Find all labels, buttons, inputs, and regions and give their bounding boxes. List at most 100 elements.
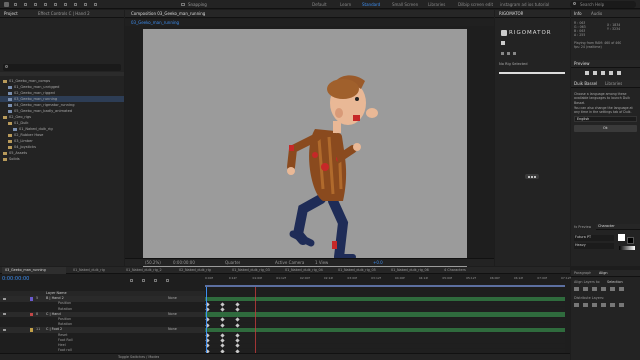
views-select[interactable]: 1 View bbox=[315, 260, 328, 265]
distribute-vcenter-icon[interactable] bbox=[583, 303, 588, 307]
font-style-select[interactable]: Heavy bbox=[574, 243, 614, 249]
color-ramp[interactable] bbox=[619, 246, 635, 250]
tab-effect-controls[interactable]: Effect Controls C | Hand 2 bbox=[38, 11, 90, 16]
rig-icon-3[interactable] bbox=[513, 52, 516, 55]
language-select[interactable]: English bbox=[574, 116, 637, 122]
tab-audio[interactable]: Audio bbox=[591, 11, 602, 16]
timeline-tab[interactable]: 01_Naked_duik_rig_06 bbox=[388, 267, 429, 274]
time-ruler[interactable]: 0:00f 0:12f 01:00f 01:12f 02:00f 02:12f 03:00f… bbox=[205, 276, 571, 284]
layer-duration-bar[interactable] bbox=[205, 296, 565, 302]
ok-button[interactable]: Ok bbox=[574, 125, 637, 132]
distribute-bottom-icon[interactable] bbox=[592, 303, 597, 307]
visibility-icon[interactable] bbox=[3, 334, 6, 336]
draft-3d-icon[interactable] bbox=[166, 279, 169, 282]
visibility-icon[interactable] bbox=[3, 308, 6, 310]
tab-project[interactable]: Project bbox=[4, 11, 18, 16]
exposure-offset[interactable]: +0.0 bbox=[373, 260, 383, 265]
property-track[interactable] bbox=[205, 317, 565, 323]
workspace-learn[interactable]: Learn bbox=[340, 2, 351, 7]
visibility-icon[interactable] bbox=[3, 328, 6, 331]
puppet-tool-icon[interactable] bbox=[94, 3, 97, 6]
comp-timecode[interactable]: 0:00:00:00 bbox=[173, 260, 195, 265]
workspace-small-screen[interactable]: Small Screen bbox=[392, 2, 418, 7]
timeline-tab[interactable]: 01_Naked_duik_rig_05 bbox=[335, 267, 376, 274]
distribute-hcenter-icon[interactable] bbox=[610, 303, 615, 307]
align-hcenter-icon[interactable] bbox=[583, 287, 588, 291]
fx-preview-label[interactable]: fx Preview bbox=[574, 225, 591, 230]
frame-blend-icon[interactable] bbox=[154, 279, 157, 282]
visibility-icon[interactable] bbox=[3, 297, 6, 300]
property-track[interactable] bbox=[205, 343, 565, 349]
property-track[interactable] bbox=[205, 292, 565, 297]
tab-align[interactable]: Align bbox=[599, 271, 608, 276]
snapping-checkbox[interactable] bbox=[181, 3, 185, 6]
workspace-standard[interactable]: Standard bbox=[362, 2, 380, 7]
tab-duik-bassel[interactable]: Duik Bassel bbox=[574, 81, 597, 86]
tab-composition[interactable]: Composition 03_Geeko_man_running bbox=[131, 11, 205, 16]
project-folder-row[interactable]: Solids bbox=[0, 156, 124, 162]
tab-libraries[interactable]: Libraries bbox=[605, 81, 622, 86]
timeline-tab[interactable]: 01_Naked_duik_rig_04 bbox=[282, 267, 323, 274]
tab-paragraph[interactable]: Paragraph bbox=[574, 271, 591, 276]
property-track[interactable] bbox=[205, 333, 565, 338]
project-search-input[interactable] bbox=[3, 64, 121, 71]
pen-tool-icon[interactable] bbox=[64, 3, 67, 6]
camera-tool-icon[interactable] bbox=[54, 3, 57, 6]
property-track[interactable] bbox=[205, 307, 565, 312]
zoom-tool-icon[interactable] bbox=[34, 3, 37, 6]
visibility-icon[interactable] bbox=[3, 293, 6, 295]
rig-icon-2[interactable] bbox=[507, 52, 510, 55]
tab-preview[interactable]: Preview bbox=[574, 61, 590, 66]
align-vcenter-icon[interactable] bbox=[610, 287, 615, 291]
timeline-tab[interactable]: 02_Naked_duik_rig bbox=[176, 267, 211, 274]
toggle-switches-label[interactable]: Toggle Switches / Modes bbox=[118, 355, 159, 360]
layer-label-color[interactable] bbox=[30, 328, 33, 332]
workspace-instagram[interactable]: instagram ad ios tutorial bbox=[500, 2, 549, 7]
brush-tool-icon[interactable] bbox=[84, 3, 87, 6]
prev-frame-icon[interactable] bbox=[593, 71, 597, 75]
fill-color-swatch[interactable] bbox=[618, 234, 625, 241]
play-icon[interactable] bbox=[601, 71, 605, 75]
property-track[interactable] bbox=[205, 322, 565, 328]
property-track[interactable] bbox=[205, 301, 565, 307]
align-right-icon[interactable] bbox=[592, 287, 597, 291]
align-top-icon[interactable] bbox=[601, 287, 606, 291]
home-icon[interactable] bbox=[4, 2, 9, 7]
tab-character[interactable]: Character bbox=[598, 224, 615, 229]
composition-canvas[interactable] bbox=[143, 29, 467, 267]
text-tool-icon[interactable] bbox=[74, 3, 77, 6]
visibility-icon[interactable] bbox=[3, 319, 6, 321]
camera-select[interactable]: Active Camera bbox=[275, 260, 304, 265]
timeline-timecode[interactable]: 0:00:00:00 bbox=[2, 276, 29, 282]
layer-label-color[interactable] bbox=[30, 297, 33, 301]
distribute-left-icon[interactable] bbox=[601, 303, 606, 307]
workspace-default[interactable]: Default bbox=[312, 2, 327, 7]
selection-tool-icon[interactable] bbox=[14, 3, 17, 6]
timeline-tab[interactable]: 4 Characters bbox=[441, 267, 466, 274]
last-frame-icon[interactable] bbox=[617, 71, 621, 75]
visibility-icon[interactable] bbox=[3, 350, 6, 352]
layer-label-color[interactable] bbox=[30, 312, 33, 317]
tab-info[interactable]: Info bbox=[574, 11, 582, 16]
visibility-icon[interactable] bbox=[3, 345, 6, 347]
comp-subtab[interactable]: 03_Geeko_man_running bbox=[131, 20, 179, 25]
next-frame-icon[interactable] bbox=[609, 71, 613, 75]
layer-duration-bar[interactable] bbox=[205, 312, 565, 317]
distribute-right-icon[interactable] bbox=[619, 303, 624, 307]
align-to-select[interactable]: Selection bbox=[607, 280, 623, 285]
timeline-tab[interactable]: 01_Naked_duik_rig bbox=[70, 267, 105, 274]
align-left-icon[interactable] bbox=[574, 287, 579, 291]
heart-icon[interactable] bbox=[501, 41, 505, 45]
work-area-bar[interactable] bbox=[205, 285, 565, 287]
zoom-level[interactable]: (50.2%) bbox=[145, 260, 161, 265]
search-help-field[interactable]: Search Help bbox=[570, 1, 636, 8]
timeline-tab[interactable]: 01_Naked_duik_rig_2 bbox=[123, 267, 162, 274]
layer-duration-bar[interactable] bbox=[205, 327, 565, 333]
visibility-icon[interactable] bbox=[3, 324, 6, 326]
stroke-color-swatch[interactable] bbox=[627, 237, 634, 244]
first-frame-icon[interactable] bbox=[585, 71, 589, 75]
timeline-tab[interactable]: 01_Naked_duik_rig_03 bbox=[229, 267, 270, 274]
resolution-select[interactable]: Quarter bbox=[225, 260, 240, 265]
property-track[interactable] bbox=[205, 338, 565, 343]
motion-blur-icon[interactable] bbox=[142, 279, 145, 282]
